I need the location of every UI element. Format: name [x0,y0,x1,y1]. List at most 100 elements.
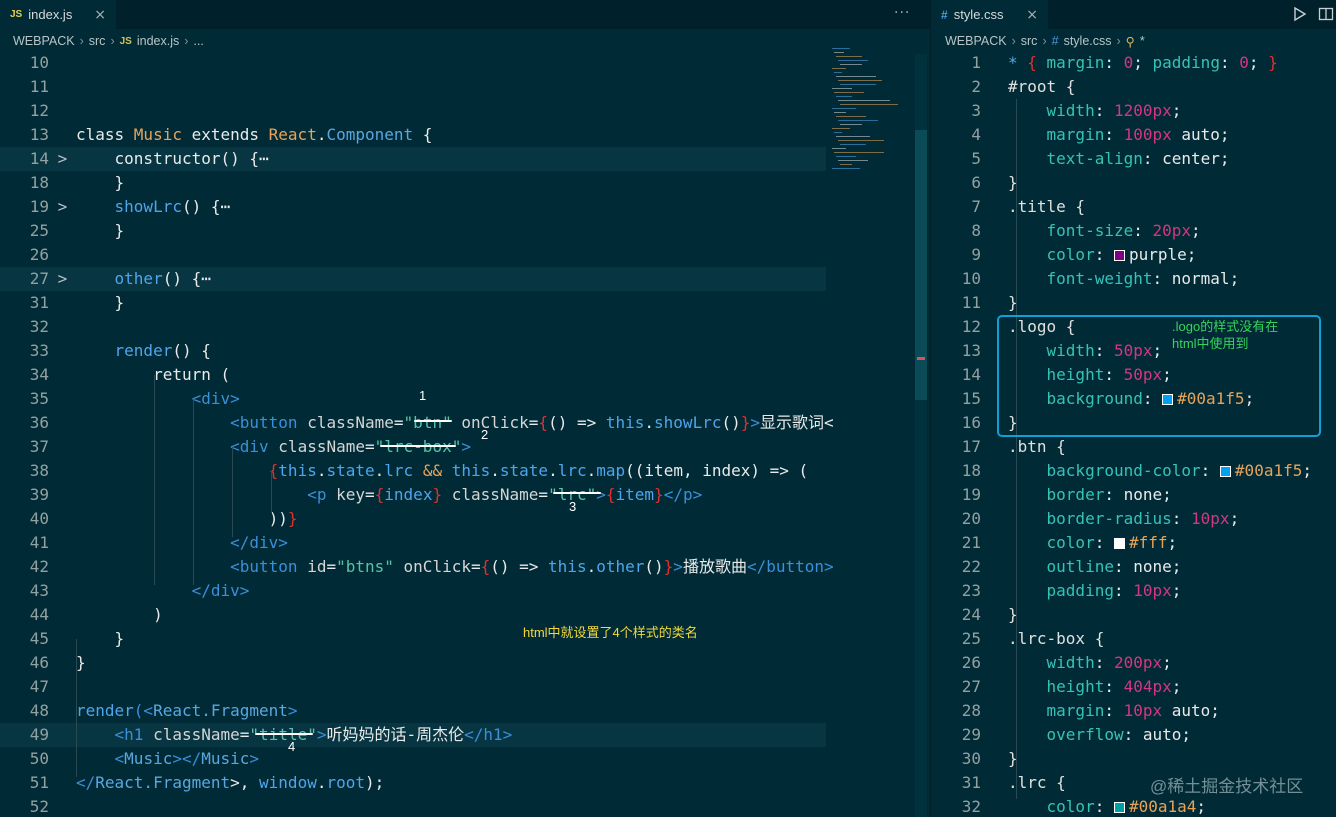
code-line[interactable]: 33 render() { [0,339,826,363]
breadcrumb-workspace[interactable]: WEBPACK [13,34,75,48]
fold-chevron-icon[interactable]: > [49,267,76,291]
code-line[interactable]: 18 background-color: #00a1f5; [931,459,1336,483]
code-line[interactable]: 25 .lrc-box { [931,627,1336,651]
code-line[interactable]: 18 } [0,171,826,195]
code-line[interactable]: 27 height: 404px; [931,675,1336,699]
code-line[interactable]: 45 } [0,627,826,651]
code-token: ; [1171,101,1182,120]
breadcrumb-folder[interactable]: src [89,34,106,48]
close-icon[interactable]: × [1026,7,1038,23]
fold-chevron-icon[interactable]: > [49,195,76,219]
breadcrumb-file[interactable]: style.css [1064,34,1112,48]
code-line[interactable]: 23 padding: 10px; [931,579,1336,603]
code-line[interactable]: 22 outline: none; [931,555,1336,579]
code-line[interactable]: 47 [0,675,826,699]
code-line[interactable]: 40 ))} [0,507,826,531]
code-line[interactable]: 27 > other() {⋯ [0,267,826,291]
code-line[interactable]: 25 } [0,219,826,243]
code-token: < [76,557,240,576]
code-line[interactable]: 31 } [0,291,826,315]
code-line[interactable]: 5 text-align: center; [931,147,1336,171]
code-line[interactable]: 7 .title { [931,195,1336,219]
code-line[interactable]: 29 overflow: auto; [931,723,1336,747]
breadcrumb-symbol[interactable]: ... [193,34,203,48]
code-line[interactable]: 12 [0,99,826,123]
breadcrumb-folder[interactable]: src [1021,34,1038,48]
code-line[interactable]: 44 ) [0,603,826,627]
code-line[interactable]: 1 * { margin: 0; padding: 0; } [931,51,1336,75]
code-line[interactable]: 9 color: purple; [931,243,1336,267]
code-line[interactable]: 13 class Music extends React.Component { [0,123,826,147]
run-icon[interactable] [1292,6,1308,22]
gutter [981,51,1008,75]
tab-style-css[interactable]: # style.css × [931,0,1048,29]
code-line[interactable]: 52 [0,795,826,817]
code-line[interactable]: 19 > showLrc() {⋯ [0,195,826,219]
code-line[interactable]: 37 <div className="lrc-box"> [0,435,826,459]
code-line[interactable]: 30 } [931,747,1336,771]
minimap-line [836,56,862,57]
breadcrumb-file[interactable]: index.js [137,34,179,48]
color-swatch-icon[interactable] [1113,802,1125,813]
more-actions-icon[interactable]: ··· [894,5,910,21]
code-line[interactable]: 49 <h1 className="title">听妈妈的话-周杰伦</h1> [0,723,826,747]
code-line[interactable]: 4 margin: 100px auto; [931,123,1336,147]
code-line[interactable]: 28 margin: 10px auto; [931,699,1336,723]
code-line[interactable]: 2 #root { [931,75,1336,99]
code-line[interactable]: 26 [0,243,826,267]
gutter [49,99,76,123]
color-swatch-icon[interactable] [1113,250,1125,261]
code-line[interactable]: 39 <p key={index} className="lrc">{item}… [0,483,826,507]
code-line[interactable]: 17 .btn { [931,435,1336,459]
line-number: 17 [961,437,981,456]
code-token: < [76,485,317,504]
minimap-line [832,168,860,169]
code-line[interactable]: 21 color: #fff; [931,531,1336,555]
code-line[interactable]: 41 </div> [0,531,826,555]
code-line[interactable]: 8 font-size: 20px; [931,219,1336,243]
code-line[interactable]: 19 border: none; [931,483,1336,507]
code-line[interactable]: 42 <button id="btns" onClick={() => this… [0,555,834,579]
code-line[interactable]: 48 render(<React.Fragment> [0,699,826,723]
code-line[interactable]: 11 [0,75,826,99]
code-line[interactable]: 32 color: #00a1a4; [931,795,1336,817]
code-line[interactable]: 24 } [931,603,1336,627]
code-line[interactable]: 34 return ( [0,363,826,387]
close-icon[interactable]: × [94,7,106,23]
line-number: 38 [29,461,49,480]
gutter [981,219,1008,243]
code-token: = [326,557,337,576]
code-line[interactable]: 10 font-weight: normal; [931,267,1336,291]
code-line[interactable]: 46 } [0,651,826,675]
code-line[interactable]: 14 > constructor() {⋯ [0,147,826,171]
code-line[interactable]: 36 <button className="btn" onClick={() =… [0,411,834,435]
code-line[interactable]: 50 <Music></Music> [0,747,826,771]
code-line[interactable]: 3 width: 1200px; [931,99,1336,123]
code-token: index [384,485,433,504]
breadcrumb-symbol[interactable]: * [1140,34,1145,48]
line-number: 1 [971,53,981,72]
code-token: { [413,125,433,144]
code-line[interactable]: 38 {this.state.lrc && this.state.lrc.map… [0,459,826,483]
color-swatch-icon[interactable] [1113,538,1125,549]
code-line[interactable]: 51 </React.Fragment>, window.root); [0,771,826,795]
color-swatch-icon[interactable] [1219,466,1231,477]
tab-index-js[interactable]: JS index.js × [0,0,116,29]
code-line[interactable]: 11 } [931,291,1336,315]
minimap[interactable] [832,48,916,198]
fold-chevron-icon[interactable]: > [49,147,76,171]
code-line[interactable]: 43 </div> [0,579,826,603]
breadcrumb-workspace[interactable]: WEBPACK [945,34,1007,48]
code-token: ; [1171,677,1182,696]
code-line[interactable]: 20 border-radius: 10px; [931,507,1336,531]
code-line[interactable]: 32 [0,315,826,339]
gutter [981,459,1008,483]
gutter [49,579,76,603]
code-token: Music [124,749,173,768]
code-line[interactable]: 26 width: 200px; [931,651,1336,675]
code-line[interactable]: 35 <div> [0,387,826,411]
code-line[interactable]: 6 } [931,171,1336,195]
code-line[interactable]: 10 [0,51,826,75]
code-token: 200px [1113,653,1163,672]
split-editor-icon[interactable] [1318,6,1334,22]
